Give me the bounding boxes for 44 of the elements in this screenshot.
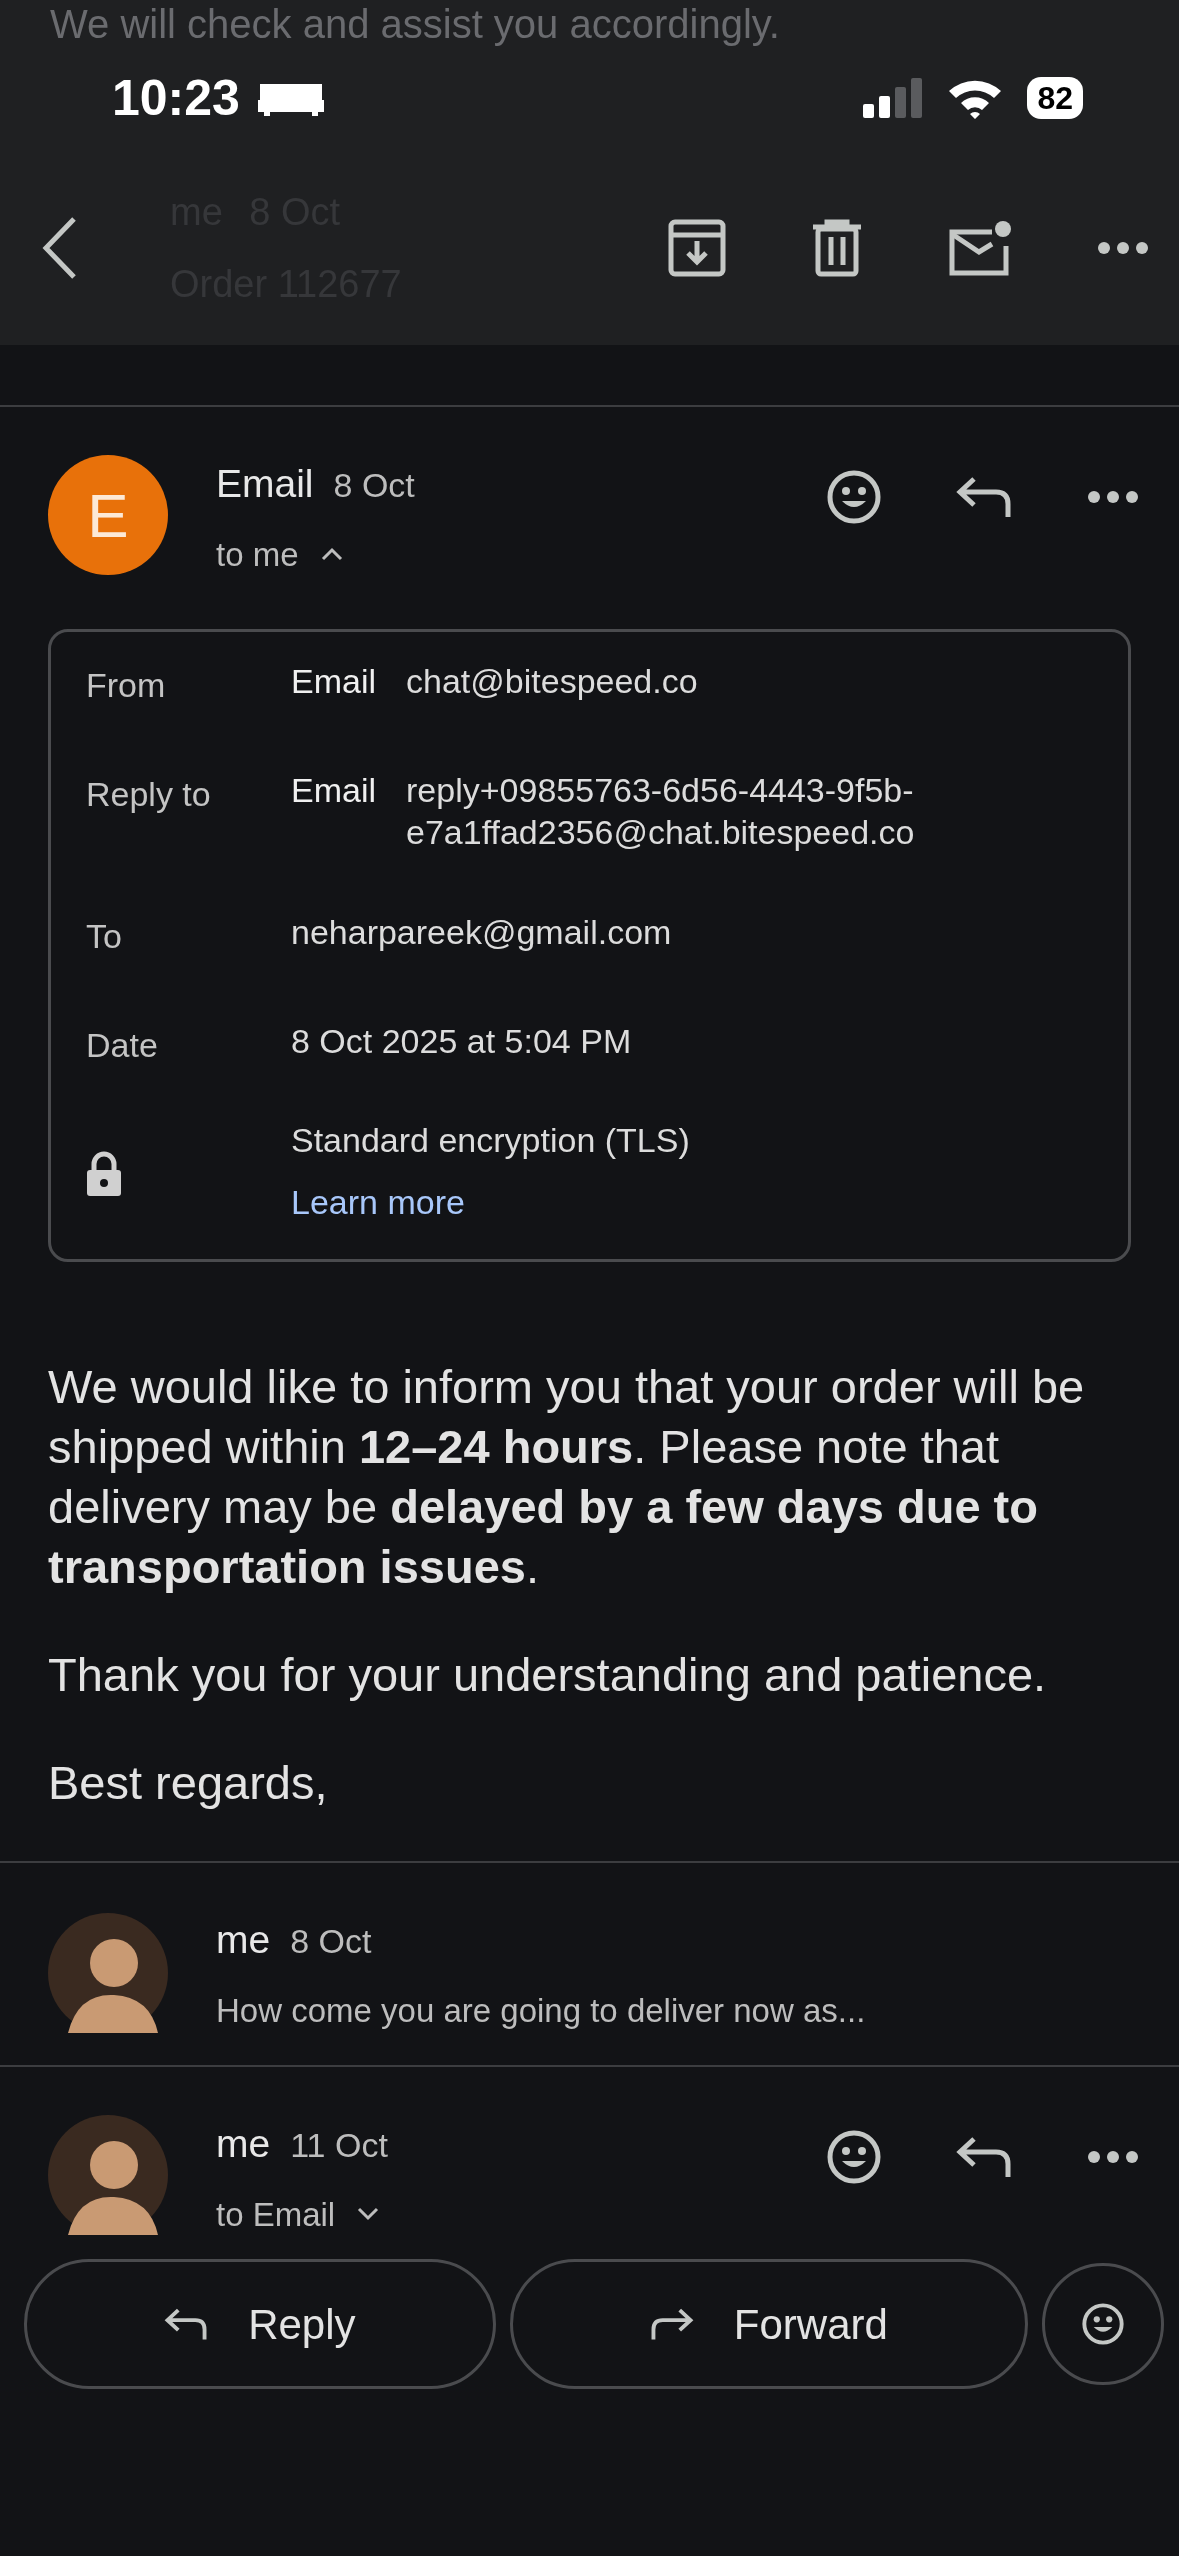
- lock-icon: [86, 1151, 122, 1197]
- more-button[interactable]: [1087, 490, 1139, 504]
- forward-button[interactable]: Forward: [509, 2259, 1028, 2389]
- field-label: Date: [86, 1025, 159, 1066]
- message-text: We will check and assist you accordingly.: [49, 1, 781, 48]
- message-snippet: How come you are going to deliver now as...: [216, 1990, 866, 2031]
- recipients-toggle[interactable]: to Email: [216, 2189, 380, 2239]
- sender-name: me: [216, 2121, 271, 2167]
- field-label: Reply to: [86, 774, 212, 815]
- sender-avatar: E: [48, 455, 168, 575]
- message-date: 11 Oct: [290, 2125, 388, 2166]
- sender-name: Email: [216, 461, 314, 507]
- mark-unread-button[interactable]: [948, 220, 1012, 276]
- field-label: To: [86, 916, 123, 957]
- email-address: 8 Oct 2025 at 5:04 PM: [291, 1021, 632, 1062]
- message-date: 8 Oct: [333, 465, 415, 506]
- learn-more-link[interactable]: Learn more: [291, 1177, 690, 1228]
- forward-arrow-icon: [649, 2307, 694, 2341]
- body-paragraph: Thank you for your understanding and patience.: [48, 1647, 1048, 1703]
- sender-name: Email: [291, 661, 377, 702]
- message-date: 8 Oct: [290, 1921, 372, 1962]
- reply-button[interactable]: [956, 475, 1012, 519]
- reply-arrow-icon: [164, 2307, 209, 2341]
- recipients-toggle[interactable]: to me: [216, 529, 343, 579]
- field-label: From: [86, 665, 167, 706]
- delete-button[interactable]: [811, 219, 863, 277]
- thread-message-row[interactable]: me 8 Oct How come you are going to deliver now as...: [0, 1863, 1179, 2035]
- email-address: neharpareek@gmail.com: [291, 912, 672, 953]
- body-paragraph: Best regards,: [48, 1755, 329, 1811]
- battery-level: 82: [1027, 77, 1083, 119]
- more-button[interactable]: [1097, 241, 1149, 255]
- body-paragraph: We would like to inform you that your order will be shipped within 12–24 hours. Please note that delivery may be delayed by a few days due to transportation issues.: [48, 1359, 1086, 1595]
- reply-button[interactable]: [956, 2135, 1012, 2179]
- archive-button[interactable]: [668, 219, 726, 277]
- more-button[interactable]: [1087, 2150, 1139, 2164]
- email-address: reply+09855763-6d56-4443-9f5b-e7a1ffad2356@chat.bitespeed.co: [406, 770, 916, 853]
- signal-icon: [863, 78, 924, 118]
- status-time: 10:23: [112, 68, 240, 128]
- smiley-icon: [1082, 2303, 1124, 2345]
- reply-button[interactable]: Reply: [24, 2259, 496, 2389]
- email-address: chat@bitespeed.co: [406, 661, 698, 702]
- encryption-text: Standard encryption (TLS): [291, 1120, 690, 1161]
- sender-name: Email: [291, 770, 377, 811]
- sender-name: me: [216, 1917, 271, 1963]
